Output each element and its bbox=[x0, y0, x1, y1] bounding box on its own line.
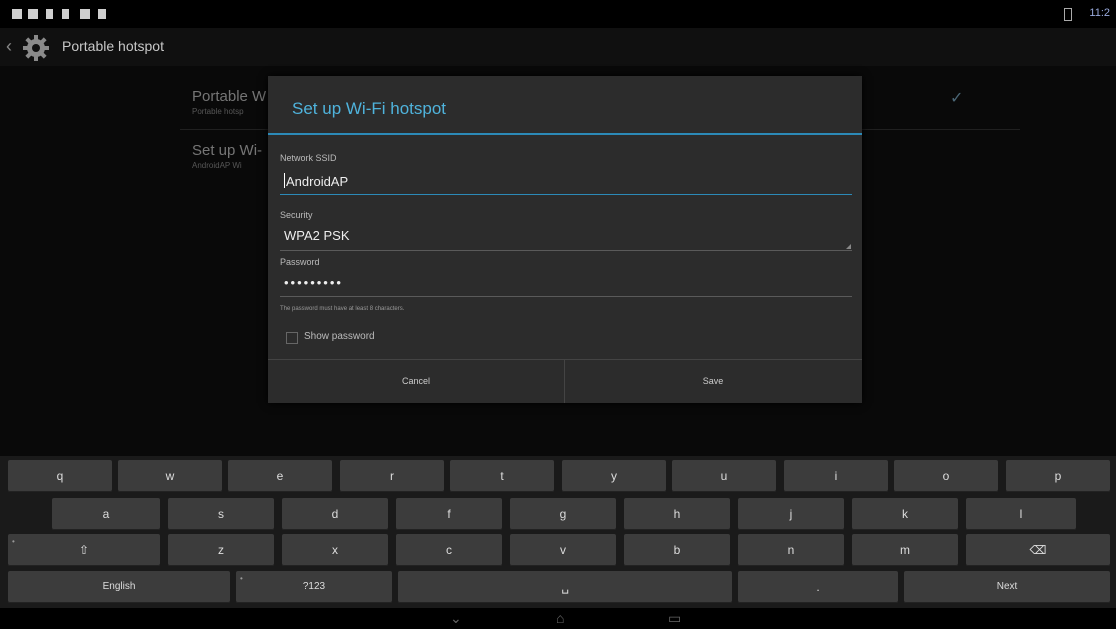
ssid-input[interactable]: AndroidAP bbox=[284, 173, 348, 189]
key-q[interactable]: q bbox=[8, 460, 112, 492]
space-icon: ␣ bbox=[561, 580, 569, 594]
key-d[interactable]: d bbox=[282, 498, 388, 530]
password-underline bbox=[280, 296, 852, 297]
notification-icon bbox=[98, 9, 106, 19]
notification-icon bbox=[62, 9, 69, 19]
key-f[interactable]: f bbox=[396, 498, 502, 530]
key-a[interactable]: a bbox=[52, 498, 160, 530]
security-select[interactable]: WPA2 PSK bbox=[284, 228, 350, 243]
ssid-label: Network SSID bbox=[280, 153, 337, 163]
key-k[interactable]: k bbox=[852, 498, 958, 530]
notification-icon bbox=[28, 9, 38, 19]
period-key[interactable]: . bbox=[738, 571, 898, 603]
spacebar-key[interactable]: ␣ bbox=[398, 571, 732, 603]
symbols-label: ?123 bbox=[302, 581, 326, 592]
ssid-underline bbox=[280, 194, 852, 195]
back-nav-icon[interactable]: ⌄ bbox=[450, 611, 462, 625]
action-bar: ‹ Portable hotspot bbox=[0, 28, 1116, 66]
password-input[interactable]: ••••••••• bbox=[284, 275, 343, 290]
security-underline bbox=[280, 250, 852, 251]
cancel-button[interactable]: Cancel bbox=[268, 360, 564, 403]
notification-icon bbox=[80, 9, 90, 19]
language-key[interactable]: English bbox=[8, 571, 230, 603]
key-c[interactable]: c bbox=[396, 534, 502, 566]
key-w[interactable]: w bbox=[118, 460, 222, 492]
status-time: 11:2 bbox=[1089, 7, 1110, 19]
settings-gear-icon[interactable] bbox=[20, 32, 52, 64]
ssid-value: AndroidAP bbox=[286, 174, 349, 189]
key-i[interactable]: i bbox=[784, 460, 888, 492]
key-g[interactable]: g bbox=[510, 498, 616, 530]
save-button[interactable]: Save bbox=[565, 360, 861, 403]
key-h[interactable]: h bbox=[624, 498, 730, 530]
status-bar: 11:2 bbox=[0, 0, 1116, 28]
notification-icon bbox=[46, 9, 53, 19]
security-label: Security bbox=[280, 210, 313, 220]
key-o[interactable]: o bbox=[894, 460, 998, 492]
key-y[interactable]: y bbox=[562, 460, 666, 492]
battery-icon bbox=[1064, 8, 1072, 21]
key-m[interactable]: m bbox=[852, 534, 958, 566]
shift-key[interactable]: • ⇧ bbox=[8, 534, 160, 566]
password-label: Password bbox=[280, 257, 320, 267]
key-n[interactable]: n bbox=[738, 534, 844, 566]
password-hint: The password must have at least 8 charac… bbox=[280, 306, 405, 312]
show-password-checkbox[interactable] bbox=[286, 332, 298, 344]
page-title: Portable hotspot bbox=[62, 38, 164, 54]
symbols-key[interactable]: • ?123 bbox=[236, 571, 392, 603]
key-p[interactable]: p bbox=[1006, 460, 1110, 492]
backspace-icon: ⌫ bbox=[1029, 543, 1047, 557]
key-b[interactable]: b bbox=[624, 534, 730, 566]
shift-icon: ⇧ bbox=[78, 543, 90, 557]
key-v[interactable]: v bbox=[510, 534, 616, 566]
dialog-title: Set up Wi-Fi hotspot bbox=[292, 99, 447, 118]
delete-key[interactable]: ⌫ bbox=[966, 534, 1110, 566]
key-j[interactable]: j bbox=[738, 498, 844, 530]
title-divider bbox=[268, 133, 862, 135]
text-cursor bbox=[284, 173, 285, 188]
key-e[interactable]: e bbox=[228, 460, 332, 492]
home-nav-icon[interactable]: ⌂ bbox=[556, 611, 564, 625]
notification-icon bbox=[12, 9, 22, 19]
key-x[interactable]: x bbox=[282, 534, 388, 566]
key-t[interactable]: t bbox=[450, 460, 554, 492]
key-r[interactable]: r bbox=[340, 460, 444, 492]
key-l[interactable]: l bbox=[966, 498, 1076, 530]
onscreen-keyboard: q w e r t y u i o p a s d f g h j k l • ⇧… bbox=[0, 456, 1116, 608]
key-s[interactable]: s bbox=[168, 498, 274, 530]
wifi-hotspot-dialog: Set up Wi-Fi hotspot Network SSID Androi… bbox=[268, 76, 862, 403]
back-caret-icon[interactable]: ‹ bbox=[6, 36, 12, 57]
next-key[interactable]: Next bbox=[904, 571, 1110, 603]
dropdown-triangle-icon bbox=[846, 244, 851, 249]
recents-nav-icon[interactable]: ▭ bbox=[668, 611, 681, 625]
key-z[interactable]: z bbox=[168, 534, 274, 566]
key-u[interactable]: u bbox=[672, 460, 776, 492]
navigation-bar: ⌄ ⌂ ▭ bbox=[0, 608, 1116, 629]
show-password-label[interactable]: Show password bbox=[304, 331, 375, 342]
